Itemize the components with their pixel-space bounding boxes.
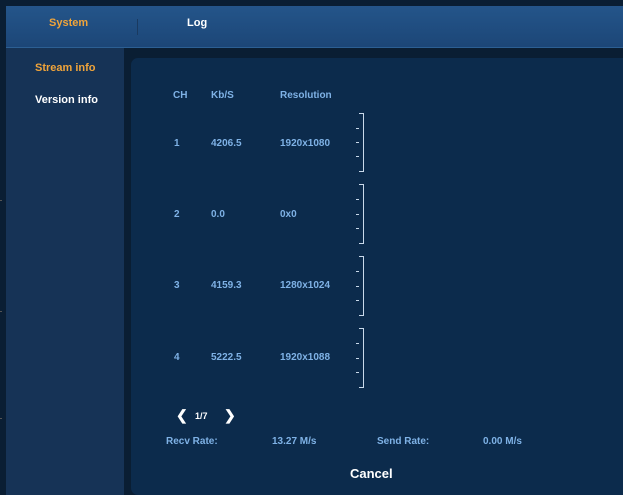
bracket-tick — [356, 286, 359, 287]
sidebar: Stream info Version info — [6, 48, 124, 495]
bracket-tick — [356, 343, 359, 344]
page-indicator: 1/7 — [195, 411, 208, 421]
sidebar-item-stream-info[interactable]: Stream info — [35, 62, 96, 74]
row-bracket — [356, 184, 364, 244]
cell-ch: 3 — [174, 280, 180, 291]
row-bracket — [356, 113, 364, 172]
chevron-right-icon[interactable]: ❯ — [224, 407, 236, 424]
cell-resolution: 1280x1024 — [280, 280, 331, 291]
edge-mark — [0, 418, 2, 419]
cell-kbps: 4206.5 — [211, 138, 242, 149]
bracket-tick — [356, 271, 359, 272]
cell-ch: 4 — [174, 352, 180, 363]
bracket-tick — [356, 199, 359, 200]
edge-mark — [0, 200, 2, 201]
cell-ch: 2 — [174, 209, 180, 220]
cell-kbps: 0.0 — [211, 209, 225, 220]
chevron-left-icon[interactable]: ❮ — [176, 407, 188, 424]
column-header-ch: CH — [173, 90, 188, 101]
bracket-tick — [356, 358, 359, 359]
recv-rate-label: Recv Rate: — [166, 436, 218, 447]
bracket-tick — [356, 228, 359, 229]
cell-resolution: 0x0 — [280, 209, 297, 220]
bracket-tick — [356, 214, 359, 215]
bracket-tick — [356, 372, 359, 373]
cell-resolution: 1920x1080 — [280, 138, 331, 149]
tab-system[interactable]: System — [49, 6, 88, 47]
column-header-resolution: Resolution — [280, 90, 332, 101]
recv-rate-value: 13.27 M/s — [272, 436, 317, 447]
bracket-tick — [356, 142, 359, 143]
cancel-button[interactable]: Cancel — [350, 466, 393, 481]
tab-divider — [137, 19, 138, 35]
sidebar-item-version-info[interactable]: Version info — [35, 94, 98, 106]
top-tab-bar: System Log — [6, 6, 623, 48]
tab-log[interactable]: Log — [187, 6, 207, 47]
row-bracket — [356, 328, 364, 388]
cell-kbps: 4159.3 — [211, 280, 242, 291]
bracket-tick — [356, 128, 359, 129]
send-rate-label: Send Rate: — [377, 436, 430, 447]
cell-kbps: 5222.5 — [211, 352, 242, 363]
row-bracket — [356, 256, 364, 316]
stream-info-panel: CH Kb/S Resolution 1 4206.5 1920x1080 2 … — [131, 58, 623, 495]
send-rate-value: 0.00 M/s — [483, 436, 522, 447]
cell-resolution: 1920x1088 — [280, 352, 331, 363]
bracket-tick — [356, 156, 359, 157]
bracket-tick — [356, 300, 359, 301]
cell-ch: 1 — [174, 138, 180, 149]
column-header-kbps: Kb/S — [211, 90, 234, 101]
edge-mark — [0, 311, 2, 312]
